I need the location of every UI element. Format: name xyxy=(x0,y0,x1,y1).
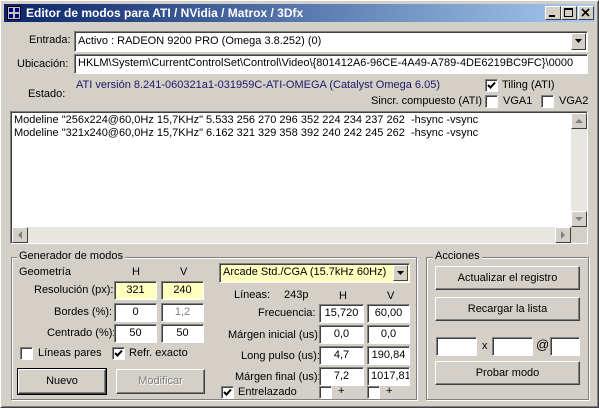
centrado-v-field[interactable]: 50 xyxy=(161,324,204,343)
checkmark-icon xyxy=(114,349,123,357)
minimize-button[interactable] xyxy=(545,6,561,20)
probar-modo-button[interactable]: Probar modo xyxy=(435,361,580,385)
minimize-icon xyxy=(549,15,555,17)
entrada-value: Activo : RADEON 9200 PRO (Omega 3.8.252)… xyxy=(78,35,322,47)
preset-combo[interactable]: Arcade Std./CGA (15.7kHz 60Hz) xyxy=(219,263,410,283)
arrow-down-icon xyxy=(575,217,583,221)
maximize-button[interactable] xyxy=(561,6,577,20)
preset-value: Arcade Std./CGA (15.7kHz 60Hz) xyxy=(223,266,387,278)
resolucion-h-field[interactable]: 321 xyxy=(114,281,157,300)
maximize-icon xyxy=(564,8,573,17)
chevron-down-icon xyxy=(397,271,404,275)
tiling-label: Tiling (ATI) xyxy=(502,79,555,91)
lineas-label: Líneas: xyxy=(234,289,271,301)
vertical-scrollbar[interactable] xyxy=(571,113,587,227)
horizontal-scrollbar[interactable] xyxy=(12,227,571,243)
generador-title: Generador de modos xyxy=(17,250,125,262)
col-v-label: V xyxy=(180,266,188,278)
window-title: Editor de modos para ATI / NVidia / Matr… xyxy=(26,6,304,20)
refr-exacto-label: Refr. exacto xyxy=(129,347,188,359)
estado-label: Estado: xyxy=(28,88,66,100)
plus-h-label: + xyxy=(338,385,345,397)
modificar-button[interactable]: Modificar xyxy=(116,369,205,394)
main-window: Editor de modos para ATI / NVidia / Matr… xyxy=(0,0,599,408)
entrelazado-checkbox[interactable] xyxy=(221,386,234,399)
scroll-up-button[interactable] xyxy=(571,113,587,129)
arrow-left-icon xyxy=(18,231,22,239)
close-button[interactable] xyxy=(578,6,594,20)
test-width-field[interactable] xyxy=(436,337,477,356)
vga1-label: VGA1 xyxy=(503,95,533,107)
app-icon xyxy=(7,6,21,20)
margen-inicial-label: Márgen inicial (us): xyxy=(228,329,321,341)
margen-final-h-field[interactable]: 7,2 xyxy=(319,367,364,386)
ubicacion-field[interactable]: HKLM\System\CurrentControlSet\Control\Vi… xyxy=(74,54,588,74)
scroll-down-button[interactable] xyxy=(571,211,587,227)
modeline-row[interactable]: Modeline "321x240@60,0Hz 15,7KHz" 6.162 … xyxy=(14,127,478,140)
lineas-pares-checkbox[interactable] xyxy=(20,347,33,360)
checkmark-icon xyxy=(487,81,496,89)
x-separator: x xyxy=(482,340,488,352)
entrelazado-label: Entrelazado xyxy=(238,386,297,398)
vga2-label: VGA2 xyxy=(559,95,589,107)
estado-value: ATI versión 8.241-060321a1-031959C-ATI-O… xyxy=(76,79,440,91)
margen-inicial-h-field[interactable]: 0,0 xyxy=(319,325,364,344)
at-separator: @ xyxy=(536,337,550,352)
modelines-memo[interactable]: Modeline "256x224@60,0Hz 15,7KHz" 5.533 … xyxy=(10,111,588,244)
lineas-value: 243p xyxy=(284,289,309,301)
acciones-title: Acciones xyxy=(433,250,482,262)
modeline-row[interactable]: Modeline "256x224@60,0Hz 15,7KHz" 5.533 … xyxy=(14,114,478,127)
entrada-combo[interactable]: Activo : RADEON 9200 PRO (Omega 3.8.252)… xyxy=(74,31,588,52)
vga1-checkbox[interactable] xyxy=(485,95,498,108)
preset-dropdown-button[interactable] xyxy=(393,265,408,281)
sincr-label: Sincr. compuesto (ATI) xyxy=(371,95,483,107)
bordes-v-field[interactable]: 1,2 xyxy=(161,303,204,322)
long-pulso-label: Long pulso (us): xyxy=(241,350,320,362)
frecuencia-h-field[interactable]: 15,720 xyxy=(319,304,364,323)
test-refresh-field[interactable] xyxy=(550,337,580,356)
bordes-label: Bordes (%): xyxy=(54,306,113,318)
long-pulso-h-field[interactable]: 4,7 xyxy=(319,346,364,365)
arrow-up-icon xyxy=(575,119,583,123)
ubicacion-label: Ubicación: xyxy=(17,58,69,70)
scroll-right-button[interactable] xyxy=(555,227,571,243)
modelines-list: Modeline "256x224@60,0Hz 15,7KHz" 5.533 … xyxy=(14,114,478,140)
resolucion-label: Resolución (px): xyxy=(34,284,114,296)
close-icon xyxy=(581,8,590,17)
margen-final-v-field[interactable]: 1017,81 xyxy=(367,367,410,386)
test-height-field[interactable] xyxy=(492,337,533,356)
arrow-right-icon xyxy=(561,231,565,239)
plus-h-checkbox[interactable] xyxy=(319,386,332,399)
chevron-down-icon xyxy=(575,39,582,43)
frecuencia-v-field[interactable]: 60,00 xyxy=(367,304,410,323)
resolucion-v-field[interactable]: 240 xyxy=(161,281,204,300)
geometria-label: Geometría xyxy=(19,266,71,278)
margen-inicial-v-field[interactable]: 0,0 xyxy=(367,325,410,344)
entrada-label: Entrada: xyxy=(29,34,71,46)
col2-h-label: H xyxy=(339,290,347,302)
refr-exacto-checkbox[interactable] xyxy=(112,347,125,360)
frecuencia-label: Frecuencia: xyxy=(258,307,316,319)
long-pulso-v-field[interactable]: 190,84 xyxy=(367,346,410,365)
title-bar[interactable]: Editor de modos para ATI / NVidia / Matr… xyxy=(4,4,595,22)
centrado-label: Centrado (%): xyxy=(47,327,116,339)
nuevo-button[interactable]: Nuevo xyxy=(17,368,107,395)
centrado-h-field[interactable]: 50 xyxy=(114,324,157,343)
actualizar-registro-button[interactable]: Actualizar el registro xyxy=(435,266,580,290)
margen-final-label: Márgen final (us): xyxy=(235,371,321,383)
plus-v-label: + xyxy=(386,385,393,397)
lineas-pares-label: Líneas pares xyxy=(38,347,102,359)
checkmark-icon xyxy=(223,388,232,396)
bordes-h-field[interactable]: 0 xyxy=(114,303,157,322)
col-h-label: H xyxy=(132,266,140,278)
entrada-dropdown-button[interactable] xyxy=(571,33,586,50)
plus-v-checkbox[interactable] xyxy=(367,386,380,399)
recargar-lista-button[interactable]: Recargar la lista xyxy=(435,297,580,321)
scroll-left-button[interactable] xyxy=(12,227,28,243)
tiling-checkbox[interactable] xyxy=(485,79,498,92)
scroll-corner xyxy=(571,227,587,243)
col2-v-label: V xyxy=(387,290,395,302)
vga2-checkbox[interactable] xyxy=(541,95,554,108)
